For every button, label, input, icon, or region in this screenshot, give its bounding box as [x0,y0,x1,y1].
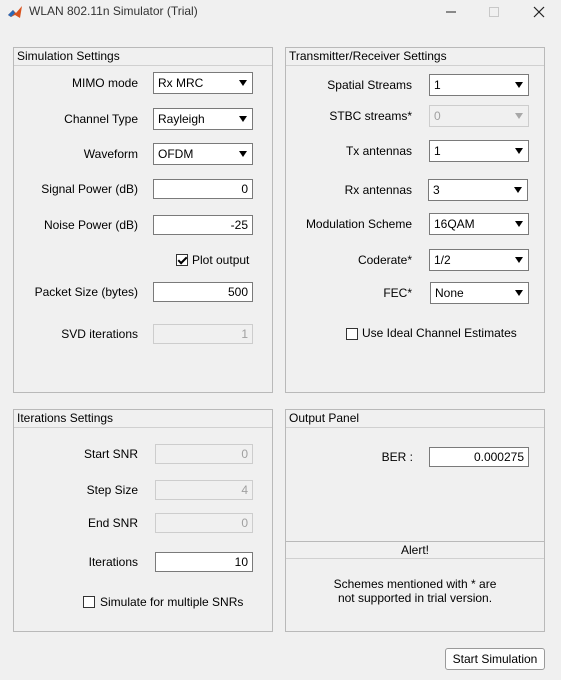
signal-power-label: Signal Power (dB) [41,182,138,196]
chevron-down-icon [515,221,523,227]
iterations-settings-panel: Iterations Settings Start SNR 0 Step Siz… [13,409,273,632]
rx-antennas-label: Rx antennas [344,183,412,197]
chevron-down-icon [515,113,523,119]
matlab-icon [7,4,23,20]
fec-value: None [435,286,464,300]
plot-output-label: Plot output [192,253,250,267]
spatial-streams-dropdown[interactable]: 1 [429,74,529,96]
rx-antennas-value: 3 [433,183,440,197]
chevron-down-icon [515,82,523,88]
ber-label: BER : [381,450,413,464]
tx-antennas-dropdown[interactable]: 1 [429,140,529,162]
window-title: WLAN 802.11n Simulator (Trial) [29,4,198,18]
spatial-streams-value: 1 [434,78,441,92]
stbc-streams-dropdown: 0 [429,105,529,127]
txrx-settings-panel: Transmitter/Receiver Settings Spatial St… [285,47,545,393]
alert-message: Schemes mentioned with * are not support… [286,577,544,605]
modulation-scheme-value: 16QAM [434,217,475,231]
start-snr-label: Start SNR [83,447,138,461]
iterations-label: Iterations [88,555,138,569]
noise-power-field[interactable]: -25 [153,215,253,235]
minimize-icon[interactable] [428,0,474,24]
mimo-mode-value: Rx MRC [158,76,204,90]
plot-output-checkbox[interactable] [176,254,188,266]
simulation-settings-title: Simulation Settings [14,48,272,66]
alert-line-1: Schemes mentioned with * are [333,577,497,591]
step-size-field: 4 [155,480,253,500]
packet-size-field[interactable]: 500 [153,282,253,302]
chevron-down-icon [514,187,522,193]
mimo-mode-dropdown[interactable]: Rx MRC [153,72,253,94]
noise-power-label: Noise Power (dB) [43,218,138,232]
stbc-streams-value: 0 [434,109,441,123]
fec-dropdown[interactable]: None [430,282,529,304]
modulation-scheme-dropdown[interactable]: 16QAM [429,213,529,235]
output-panel-title: Output Panel [286,410,544,428]
ideal-channel-checkbox[interactable] [346,328,358,340]
start-simulation-button[interactable]: Start Simulation [445,648,545,670]
modulation-scheme-label: Modulation Scheme [305,217,412,231]
title-bar: WLAN 802.11n Simulator (Trial) [0,0,561,25]
tx-antennas-label: Tx antennas [345,144,412,158]
packet-size-label: Packet Size (bytes) [34,285,138,299]
chevron-down-icon [515,148,523,154]
waveform-dropdown[interactable]: OFDM [153,143,253,165]
maximize-icon [471,0,517,24]
alert-line-2: not supported in trial version. [337,591,493,605]
step-size-label: Step Size [86,483,138,497]
chevron-down-icon [515,290,523,296]
chevron-down-icon [239,116,247,122]
channel-type-dropdown[interactable]: Rayleigh [153,108,253,130]
fec-label: FEC* [383,286,412,300]
end-snr-label: End SNR [87,516,138,530]
svd-iterations-field: 1 [153,324,253,344]
waveform-label: Waveform [83,147,138,161]
rx-antennas-dropdown[interactable]: 3 [428,179,528,201]
simulation-settings-panel: Simulation Settings MIMO mode Rx MRC Cha… [13,47,273,393]
ideal-channel-label: Use Ideal Channel Estimates [362,326,517,340]
tx-antennas-value: 1 [434,144,441,158]
iterations-settings-title: Iterations Settings [14,410,272,428]
close-icon[interactable] [516,0,561,24]
channel-type-value: Rayleigh [158,112,205,126]
chevron-down-icon [239,80,247,86]
output-panel: Output Panel BER : 0.000275 Alert! Schem… [285,409,545,632]
multiple-snr-label: Simulate for multiple SNRs [100,595,244,609]
signal-power-field[interactable]: 0 [153,179,253,199]
chevron-down-icon [515,257,523,263]
coderate-label: Coderate* [357,253,412,267]
svd-iterations-label: SVD iterations [61,327,138,341]
start-snr-field: 0 [155,444,253,464]
waveform-value: OFDM [158,147,194,161]
spatial-streams-label: Spatial Streams [327,78,412,92]
channel-type-label: Channel Type [64,112,138,126]
coderate-value: 1/2 [434,253,451,267]
stbc-streams-label: STBC streams* [329,109,412,123]
mimo-mode-label: MIMO mode [71,76,138,90]
alert-title: Alert! [286,541,544,559]
iterations-field[interactable]: 10 [155,552,253,572]
coderate-dropdown[interactable]: 1/2 [429,249,529,271]
txrx-settings-title: Transmitter/Receiver Settings [286,48,544,66]
ber-field: 0.000275 [429,447,529,467]
multiple-snr-checkbox[interactable] [83,596,95,608]
end-snr-field: 0 [155,513,253,533]
chevron-down-icon [239,151,247,157]
